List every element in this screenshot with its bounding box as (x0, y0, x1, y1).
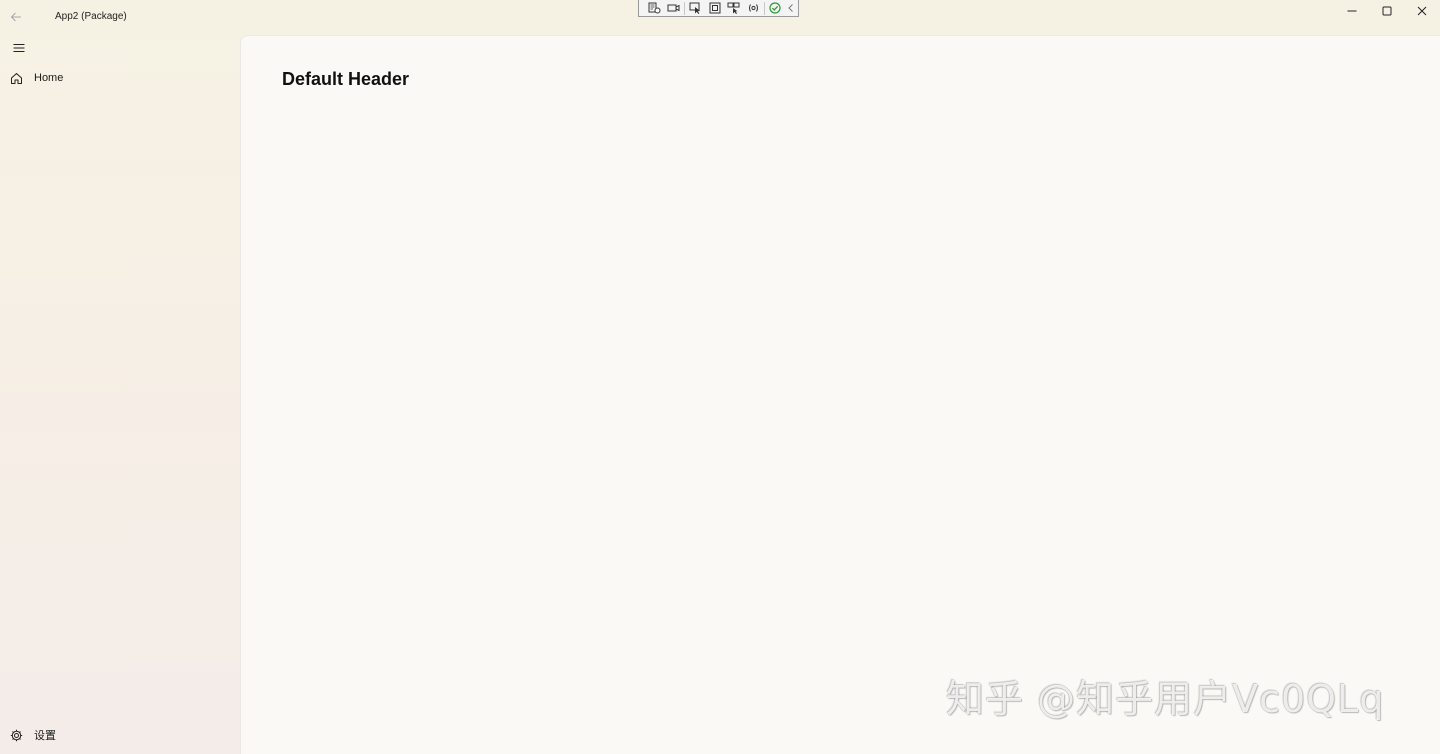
close-button[interactable] (1405, 0, 1439, 22)
binding-failures-button[interactable] (744, 1, 763, 16)
maximize-button[interactable] (1370, 0, 1404, 22)
back-button[interactable] (5, 6, 27, 28)
toolbar-separator (684, 1, 686, 15)
accessibility-check-icon (769, 2, 781, 14)
arrow-left-icon (10, 12, 21, 22)
track-focus-button[interactable] (724, 1, 743, 16)
watermark: 知乎 @知乎用户Vc0QLq (946, 677, 1385, 721)
nav-item-label: Home (34, 72, 64, 84)
binding-failures-icon (748, 4, 758, 12)
display-layout-adorners-button[interactable] (705, 1, 724, 16)
nav-item-home[interactable]: Home (4, 64, 236, 92)
live-visual-tree-icon (648, 2, 661, 14)
nav-item-settings[interactable]: 设置 (4, 721, 236, 749)
collapse-toolbar-button[interactable] (785, 1, 798, 16)
collapse-toolbar-icon (788, 4, 794, 12)
app-title: App2 (Package) (55, 11, 127, 22)
maximize-icon (1382, 6, 1392, 16)
xaml-debug-toolbar (638, 0, 799, 17)
content-frame: Default Header (240, 35, 1440, 754)
nav-item-label: 设置 (34, 730, 56, 742)
pane-toggle-button[interactable] (5, 37, 33, 59)
minimize-button[interactable] (1335, 0, 1369, 22)
record-button[interactable] (664, 1, 683, 16)
video-camera-icon (667, 4, 680, 12)
select-element-button[interactable] (686, 1, 705, 16)
accessibility-check-button[interactable] (766, 1, 785, 16)
page-header: Default Header (282, 69, 410, 89)
minimize-icon (1347, 10, 1357, 12)
live-visual-tree-button[interactable] (645, 1, 664, 16)
track-focus-icon (727, 2, 740, 14)
display-layout-adorners-icon (709, 2, 721, 14)
home-icon (4, 66, 28, 90)
close-icon (1417, 6, 1427, 16)
toolbar-separator (763, 1, 765, 15)
navigation-pane: Home 设置 (0, 34, 240, 754)
hamburger-menu-icon (13, 44, 25, 52)
select-element-icon (689, 2, 701, 14)
gear-icon (4, 723, 28, 747)
